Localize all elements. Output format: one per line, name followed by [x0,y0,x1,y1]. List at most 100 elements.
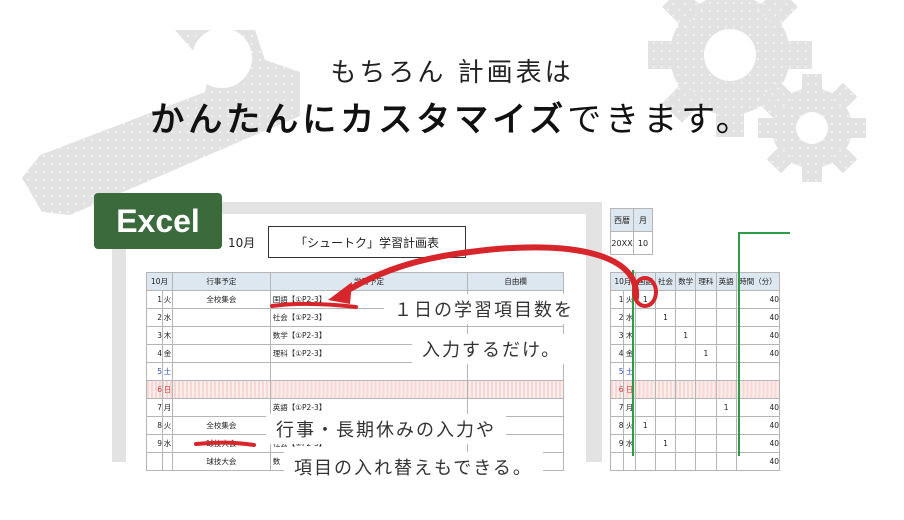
cell-event[interactable] [171,398,271,417]
cell[interactable]: 1 [654,308,677,327]
cell[interactable]: 40 [735,434,781,453]
cell[interactable] [695,326,717,345]
cell[interactable] [695,452,717,471]
cell[interactable] [654,344,677,363]
cell[interactable]: 1 [634,290,656,309]
cell-event[interactable]: 球技大会 [171,434,271,453]
cell-wd[interactable]: 土 [161,362,173,381]
cell[interactable] [675,308,697,327]
cell[interactable] [654,380,677,399]
cell-event[interactable]: 全校集会 [171,290,271,309]
cell[interactable] [675,290,697,309]
cell-wd[interactable]: 金 [161,344,173,363]
cell-day[interactable]: 4 [146,344,163,363]
cell[interactable]: 40 [735,308,781,327]
cell[interactable] [715,308,737,327]
cell[interactable] [695,362,717,381]
cell[interactable] [654,290,677,309]
cell[interactable] [634,434,656,453]
cell-wd[interactable]: 日 [161,380,173,399]
cell-wd[interactable]: 水 [161,434,173,453]
cell-day[interactable]: 6 [146,380,163,399]
cell[interactable]: 9 [609,434,625,453]
cell-wd[interactable]: 火 [161,416,173,435]
cell[interactable] [654,398,677,417]
cell[interactable]: 1 [695,344,717,363]
month-value[interactable]: 10 [633,231,653,255]
cell-wd[interactable]: 水 [161,308,173,327]
cell[interactable] [715,290,737,309]
cell-wd[interactable]: 火 [161,290,173,309]
cell-day[interactable]: 5 [146,362,163,381]
cell[interactable] [634,344,656,363]
cell[interactable]: 1 [654,434,677,453]
cell[interactable] [654,326,677,345]
cell[interactable] [675,416,697,435]
cell[interactable] [675,398,697,417]
cell[interactable]: 2 [609,308,625,327]
cell-event[interactable]: 球技大会 [171,452,271,471]
cell[interactable]: 6 [609,380,625,399]
cell[interactable]: 40 [735,290,781,309]
cell[interactable]: 8 [609,416,625,435]
cell[interactable] [634,308,656,327]
cell-event[interactable] [171,380,271,399]
cell-event[interactable] [171,362,271,381]
cell[interactable] [695,308,717,327]
cell-free[interactable] [467,362,564,381]
cell[interactable] [735,362,781,381]
cell[interactable]: 5 [609,362,625,381]
cell[interactable]: 4 [609,344,625,363]
cell[interactable] [695,416,717,435]
cell-event[interactable] [171,308,271,327]
cell[interactable] [715,380,737,399]
cell[interactable] [634,452,656,471]
cell[interactable] [675,452,697,471]
cell[interactable] [695,434,717,453]
cell[interactable] [715,416,737,435]
cell-day[interactable]: 2 [146,308,163,327]
cell[interactable]: 40 [735,326,781,345]
era-value[interactable]: 20XX [610,231,634,255]
cell-plan[interactable] [269,362,469,381]
cell[interactable] [654,416,677,435]
cell[interactable] [634,398,656,417]
cell-day[interactable]: 1 [146,290,163,309]
cell[interactable] [634,380,656,399]
cell-day[interactable]: 9 [146,434,163,453]
cell[interactable] [634,362,656,381]
cell-free[interactable] [467,380,564,399]
cell[interactable] [715,434,737,453]
cell-plan[interactable] [269,380,469,399]
cell[interactable] [715,344,737,363]
cell[interactable]: 7 [609,398,625,417]
cell-wd[interactable] [161,452,173,471]
cell[interactable] [695,380,717,399]
cell[interactable] [695,398,717,417]
cell[interactable] [675,362,697,381]
cell[interactable]: 40 [735,398,781,417]
cell-day[interactable]: 7 [146,398,163,417]
cell[interactable]: 3 [609,326,625,345]
cell-event[interactable] [171,326,271,345]
cell[interactable] [675,380,697,399]
cell[interactable] [715,326,737,345]
cell[interactable] [695,290,717,309]
cell[interactable] [654,362,677,381]
cell[interactable] [675,344,697,363]
cell[interactable]: 1 [609,290,625,309]
cell[interactable]: 40 [735,452,781,471]
cell[interactable] [715,362,737,381]
cell[interactable]: 40 [735,416,781,435]
cell[interactable]: 40 [735,344,781,363]
cell[interactable] [735,380,781,399]
cell[interactable] [715,452,737,471]
cell[interactable] [609,452,625,471]
cell[interactable] [654,452,677,471]
cell[interactable]: 1 [634,416,656,435]
cell-wd[interactable]: 木 [161,326,173,345]
cell[interactable] [634,326,656,345]
cell[interactable]: 1 [675,326,697,345]
cell-day[interactable] [146,452,163,471]
cell-wd[interactable]: 月 [161,398,173,417]
